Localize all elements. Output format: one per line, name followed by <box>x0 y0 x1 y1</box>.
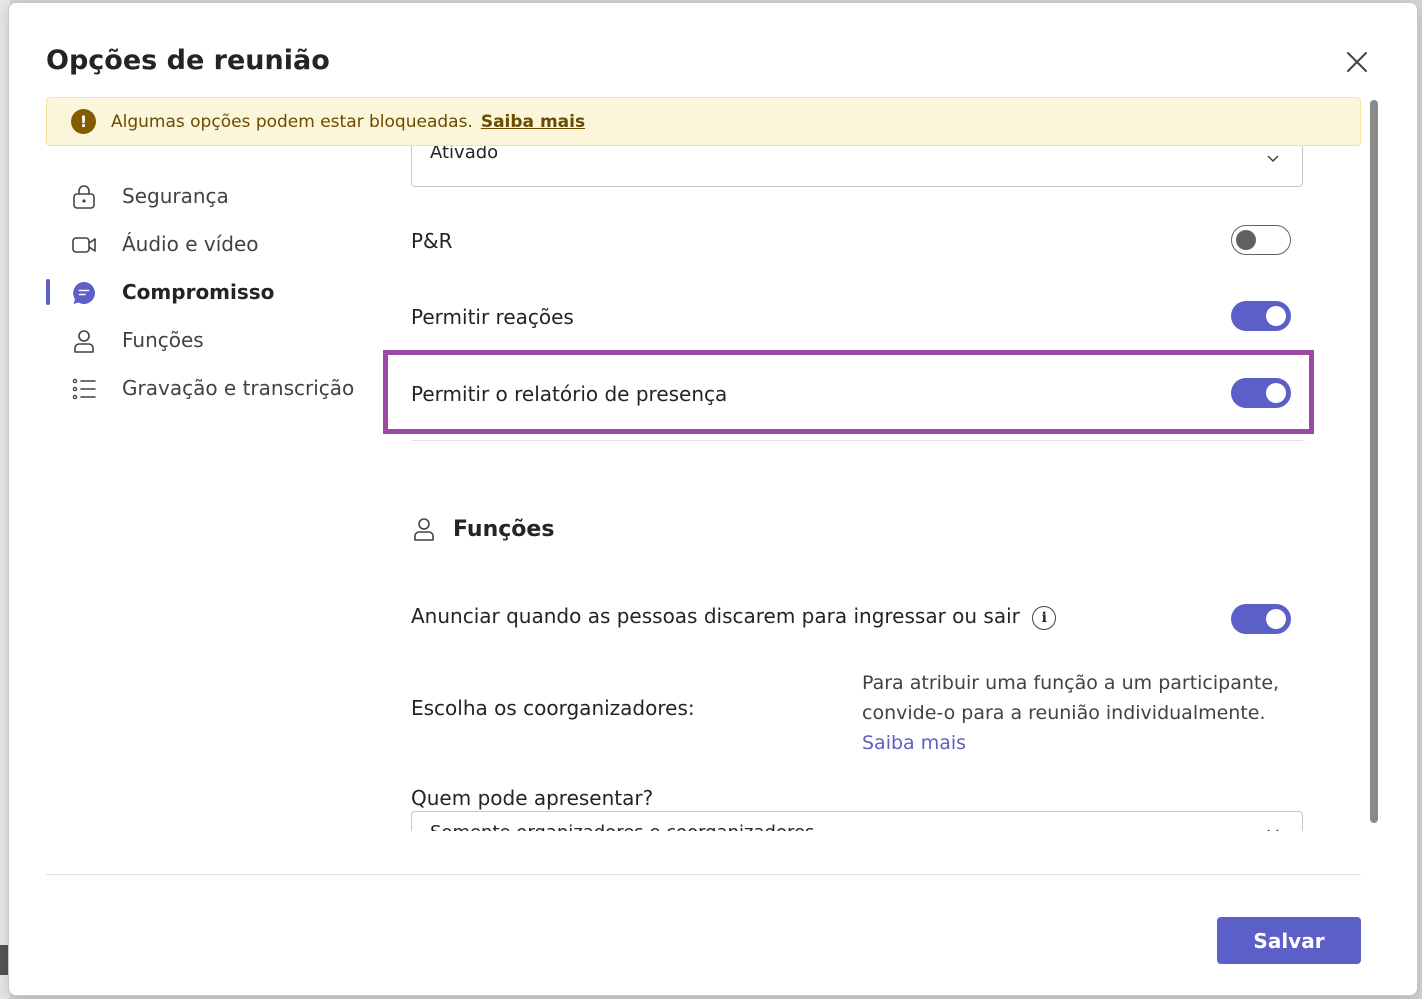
sidebar-item-label: Áudio e vídeo <box>122 232 259 256</box>
allow-reactions-toggle[interactable] <box>1231 301 1291 331</box>
select-value: Somente organizadores e coorganizadores <box>430 822 814 831</box>
sidebar-item-label: Funções <box>122 328 204 352</box>
footer-divider <box>46 874 1361 875</box>
presenters-select-dropdown[interactable]: Somente organizadores e coorganizadores <box>411 811 1303 831</box>
coorganizers-learn-more-link[interactable]: Saiba mais <box>862 732 966 754</box>
allow-reactions-label: Permitir reações <box>411 305 574 329</box>
info-icon[interactable]: i <box>1032 605 1057 630</box>
chat-bubble-icon <box>73 282 95 304</box>
person-icon <box>74 330 94 353</box>
select-value: Ativado <box>430 146 499 163</box>
warning-icon: ! <box>71 109 96 134</box>
close-icon <box>1347 52 1367 72</box>
roles-section-title: Funções <box>453 516 555 542</box>
attendance-report-label: Permitir o relatório de presença <box>411 382 728 406</box>
save-button[interactable]: Salvar <box>1217 917 1361 964</box>
active-indicator <box>46 279 50 305</box>
presenters-label: Quem pode apresentar? <box>411 786 654 810</box>
sidebar-item-engagement[interactable]: Compromisso <box>46 269 376 317</box>
meeting-options-dialog: Opções de reunião ! Algumas opções podem… <box>8 2 1418 996</box>
list-icon <box>72 378 96 400</box>
coorganizers-desc-text: Para atribuir uma função a um participan… <box>862 672 1280 724</box>
sidebar-item-security[interactable]: Segurança <box>46 173 376 221</box>
sidebar-item-audio-video[interactable]: Áudio e vídeo <box>46 221 376 269</box>
person-icon <box>414 518 434 541</box>
options-content: Ativado P&R Permitir reações Permitir o … <box>384 146 1319 831</box>
attendance-report-toggle[interactable] <box>1231 378 1291 408</box>
sidebar-item-label: Gravação e transcrição <box>122 376 355 400</box>
close-button[interactable] <box>1342 47 1372 77</box>
coorganizers-description: Para atribuir uma função a um participan… <box>862 668 1292 758</box>
banner-learn-more-link[interactable]: Saiba mais <box>481 112 585 132</box>
sidebar-item-roles[interactable]: Funções <box>46 317 376 365</box>
chevron-down-icon <box>1267 155 1279 163</box>
qa-toggle[interactable] <box>1231 225 1291 255</box>
dialog-title: Opções de reunião <box>46 45 330 76</box>
sidebar-item-label: Compromisso <box>122 280 275 304</box>
announce-label: Anunciar quando as pessoas discarem para… <box>411 604 1020 628</box>
content-scrollbar[interactable] <box>1370 100 1378 823</box>
sidebar-nav: Segurança Áudio e vídeo Compromisso Funç… <box>46 173 376 413</box>
coorganizers-label: Escolha os coorganizadores: <box>411 696 695 720</box>
chevron-down-icon <box>1267 829 1279 831</box>
qa-label: P&R <box>411 229 453 253</box>
sidebar-item-label: Segurança <box>122 184 229 208</box>
announce-toggle[interactable] <box>1231 604 1291 634</box>
section-divider <box>411 440 1303 441</box>
announce-row-label: Anunciar quando as pessoas discarem para… <box>411 604 1057 630</box>
sidebar-item-recording[interactable]: Gravação e transcrição <box>46 365 376 413</box>
warning-banner: ! Algumas opções podem estar bloqueadas.… <box>46 97 1361 146</box>
banner-text: Algumas opções podem estar bloqueadas. <box>111 111 473 132</box>
video-camera-icon <box>72 237 96 253</box>
top-select-dropdown[interactable]: Ativado <box>411 146 1303 187</box>
lock-icon <box>73 185 95 209</box>
roles-section-header: Funções <box>411 516 554 542</box>
